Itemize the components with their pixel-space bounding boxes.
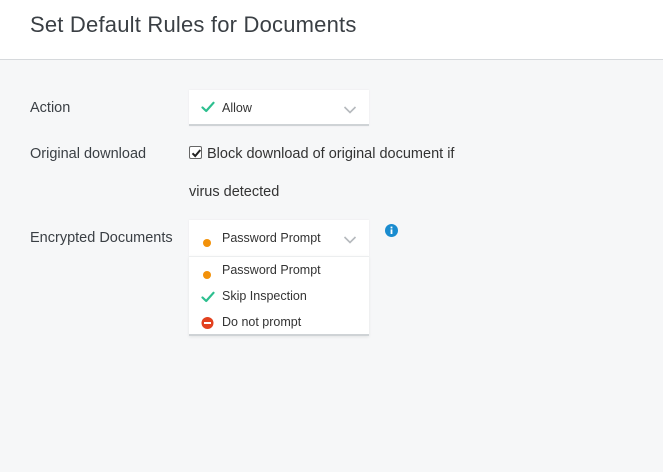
orange-dot-icon <box>203 234 217 248</box>
option-password-prompt[interactable]: Password Prompt <box>189 257 369 283</box>
orange-dot-icon <box>203 266 217 280</box>
no-entry-icon <box>201 316 215 330</box>
page-header: Set Default Rules for Documents <box>0 0 663 60</box>
option-label: Do not prompt <box>222 315 302 329</box>
block-download-checkbox[interactable] <box>189 146 202 159</box>
encrypted-selected-value: Password Prompt <box>222 231 321 245</box>
option-label: Password Prompt <box>222 263 321 277</box>
checkmark-icon <box>191 149 202 158</box>
page-title: Set Default Rules for Documents <box>30 12 357 37</box>
check-icon <box>201 100 215 114</box>
option-label: Skip Inspection <box>222 289 307 303</box>
option-do-not-prompt[interactable]: Do not prompt <box>189 309 369 335</box>
action-selected-value: Allow <box>222 101 252 115</box>
encrypted-documents-label: Encrypted Documents <box>30 230 173 246</box>
chevron-down-icon <box>343 232 357 244</box>
block-download-text-cont: virus detected <box>189 184 280 200</box>
option-skip-inspection[interactable]: Skip Inspection <box>189 283 369 309</box>
action-select[interactable]: Allow <box>189 90 369 126</box>
info-icon[interactable] <box>385 224 398 237</box>
block-download-text: Block download of original document if <box>207 146 455 162</box>
encrypted-documents-select[interactable]: Password Prompt <box>189 220 369 257</box>
original-download-label: Original download <box>30 146 147 162</box>
action-label: Action <box>30 100 71 116</box>
encrypted-documents-dropdown: Password Prompt Skip Inspection Do not p… <box>189 256 369 336</box>
chevron-down-icon <box>343 102 357 114</box>
check-icon <box>201 290 215 304</box>
